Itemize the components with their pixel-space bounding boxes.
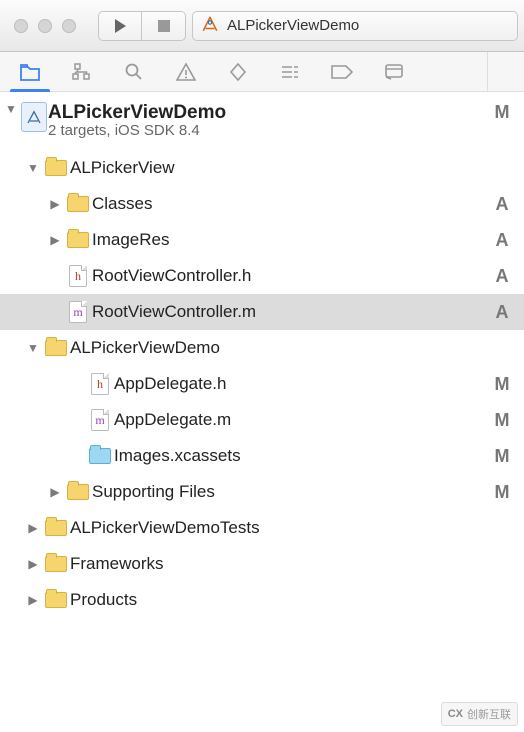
row-label: ImageRes [92,230,488,250]
tree-row[interactable]: Images.xcassetsM [0,438,524,474]
folder-icon [42,340,70,356]
breakpoint-navigator-tab[interactable] [316,52,368,92]
row-label: ALPickerViewDemoTests [70,518,488,538]
run-button[interactable] [98,11,142,41]
row-label: RootViewController.m [92,302,488,322]
row-label: Frameworks [70,554,488,574]
tree-row[interactable]: ▼ ALPickerView [0,150,524,186]
disclosure-triangle[interactable]: ▼ [2,102,20,116]
header-file-icon: h [64,265,92,287]
watermark-text: 创新互联 [467,706,511,722]
row-label: Products [70,590,488,610]
scm-status: A [488,302,516,323]
tree-row[interactable]: ▶ Frameworks [0,546,524,582]
find-navigator-tab[interactable] [108,52,160,92]
toolbar: ALPickerViewDemo [0,0,524,52]
stop-button[interactable] [142,11,186,41]
disclosure-triangle[interactable]: ▶ [24,593,42,607]
tree-row[interactable]: ▶ ClassesA [0,186,524,222]
scm-status: A [488,194,516,215]
disclosure-triangle[interactable]: ▶ [46,485,64,499]
tree-row[interactable]: ▶ ImageResA [0,222,524,258]
disclosure-triangle[interactable]: ▶ [24,557,42,571]
folder-icon [42,592,70,608]
row-label: AppDelegate.m [114,410,488,430]
impl-file-icon: m [64,301,92,323]
row-label: AppDelegate.h [114,374,488,394]
tree-row[interactable]: ▼ ALPickerViewDemo [0,330,524,366]
tree-row[interactable]: hAppDelegate.hM [0,366,524,402]
folder-icon [64,232,92,248]
project-icon [20,102,48,132]
tree-row[interactable]: hRootViewController.hA [0,258,524,294]
scheme-name: ALPickerViewDemo [227,17,359,34]
project-subtitle: 2 targets, iOS SDK 8.4 [48,122,226,139]
folder-icon [42,556,70,572]
disclosure-triangle[interactable]: ▶ [24,521,42,535]
scheme-selector[interactable]: ALPickerViewDemo [192,11,518,41]
scm-status: M [488,410,516,431]
disclosure-triangle[interactable]: ▼ [24,341,42,355]
tree-row[interactable]: ▶ Products [0,582,524,618]
window-controls [6,19,92,33]
close-window-button[interactable] [14,19,28,33]
issue-navigator-tab[interactable] [160,52,212,92]
tree-row[interactable]: ▶ Supporting FilesM [0,474,524,510]
navigator-tab-bar [0,52,524,92]
impl-file-icon: m [86,409,114,431]
test-navigator-tab[interactable] [212,52,264,92]
folder-icon [64,196,92,212]
project-root-row[interactable]: ▼ ALPickerViewDemo 2 targets, iOS SDK 8.… [0,98,524,150]
run-stop-group [98,11,186,41]
row-label: ALPickerView [70,158,488,178]
scm-status: M [488,446,516,467]
minimize-window-button[interactable] [38,19,52,33]
scm-status: M [488,482,516,503]
scm-status: A [488,230,516,251]
debug-navigator-tab[interactable] [264,52,316,92]
row-label: Images.xcassets [114,446,488,466]
project-name: ALPickerViewDemo [48,102,226,124]
project-navigator-tab[interactable] [4,52,56,92]
folder-icon [42,520,70,536]
disclosure-triangle[interactable]: ▶ [46,197,64,211]
folder-icon [42,160,70,176]
app-icon [201,15,219,37]
scm-status: M [488,374,516,395]
report-navigator-tab[interactable] [368,52,420,92]
row-label: Classes [92,194,488,214]
tree-row[interactable]: mRootViewController.mA [0,294,524,330]
scm-status: A [488,266,516,287]
row-label: ALPickerViewDemo [70,338,488,358]
zoom-window-button[interactable] [62,19,76,33]
tree-row[interactable]: mAppDelegate.mM [0,402,524,438]
row-label: RootViewController.h [92,266,488,286]
folder-icon [64,484,92,500]
row-label: Supporting Files [92,482,488,502]
project-navigator: ▼ ALPickerViewDemo 2 targets, iOS SDK 8.… [0,92,524,732]
watermark-logo: CX [448,708,463,720]
folder-icon [86,448,114,464]
scm-status: M [488,102,516,123]
symbol-navigator-tab[interactable] [56,52,108,92]
disclosure-triangle[interactable]: ▼ [24,161,42,175]
tree-row[interactable]: ▶ ALPickerViewDemoTests [0,510,524,546]
watermark: CX 创新互联 [441,702,518,726]
disclosure-triangle[interactable]: ▶ [46,233,64,247]
header-file-icon: h [86,373,114,395]
